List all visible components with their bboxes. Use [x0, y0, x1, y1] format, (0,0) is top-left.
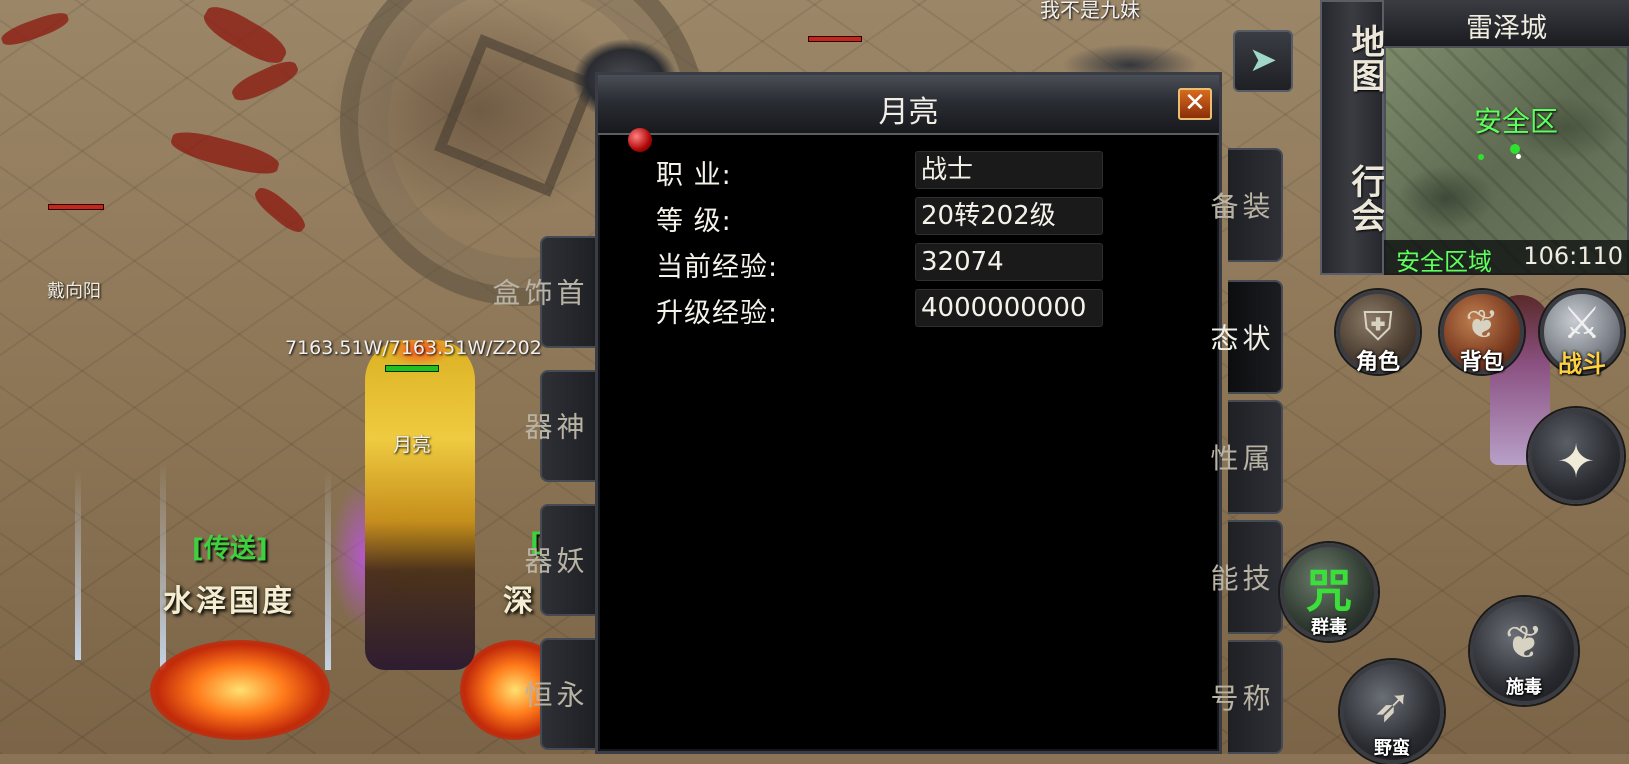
light-beam: [160, 460, 166, 670]
close-button[interactable]: ✕: [1178, 88, 1212, 120]
hero-hp-text: 7163.51W/7163.51W/Z202: [285, 337, 542, 359]
lava-crack: [0, 8, 71, 50]
light-beam: [75, 470, 81, 660]
teleport-label[interactable]: [传送]: [192, 528, 268, 565]
lava-crack: [250, 183, 310, 237]
tab-label: 技能: [1206, 563, 1272, 591]
dialog-title: 月亮: [878, 95, 939, 130]
map-name: 雷泽城: [1466, 13, 1547, 44]
lava-crack: [228, 56, 302, 106]
skill-label: 施毒: [1506, 677, 1542, 698]
area-name: 安全区域: [1396, 248, 1492, 276]
stat-label-level: 等 级:: [656, 206, 732, 237]
tab-artifact[interactable]: 神器: [520, 370, 595, 482]
tab-equipment[interactable]: 装备: [1206, 148, 1283, 262]
stat-value-level: 20转202级: [915, 197, 1103, 235]
minimap-title-bar: 雷泽城: [1384, 0, 1629, 46]
hero-hp-bar: [385, 365, 439, 372]
shuriken-icon: ✦: [1556, 434, 1596, 488]
dialog-titlebar[interactable]: 月亮 ✕: [598, 75, 1219, 135]
teleport-destination[interactable]: 水泽国度: [163, 576, 295, 620]
curse-glyph-icon: 咒: [1306, 564, 1352, 618]
npc-name[interactable]: 戴向阳: [47, 277, 101, 303]
player-name-top[interactable]: 我不是九妹: [1040, 0, 1140, 23]
skill-poison[interactable]: ❦ 施毒: [1470, 597, 1578, 705]
battle-button-label: 战斗: [1558, 350, 1606, 378]
stat-value-levelup-exp: 4000000000: [915, 289, 1103, 327]
bag-button[interactable]: ❦ 背包: [1440, 290, 1524, 375]
tab-label: 首饰盒: [488, 278, 586, 306]
tab-label: 属性: [1206, 443, 1272, 471]
stat-value-class: 战士: [915, 151, 1103, 189]
collapse-arrow-icon[interactable]: ➤: [1233, 30, 1293, 92]
npc-marker-icon: [1478, 154, 1484, 160]
tab-jewelry-box[interactable]: 首饰盒: [488, 236, 595, 348]
lava-crack: [198, 0, 292, 71]
battle-button[interactable]: ⚔ 战斗: [1540, 290, 1624, 378]
bag-button-label: 背包: [1459, 350, 1504, 375]
tab-demon-artifact[interactable]: 妖器: [520, 504, 595, 616]
crossed-swords-icon: ⚔: [1562, 298, 1602, 349]
enemy-hp-bar: [808, 36, 862, 42]
character-status-dialog: 月亮 ✕ 职 业: 战士 等 级: 20转202级 当前经验: 32074 升级…: [595, 72, 1222, 754]
stat-label-levelup-exp: 升级经验:: [656, 298, 779, 329]
character-button-label: 角色: [1355, 350, 1400, 375]
lava-crack: [168, 126, 282, 180]
tab-attributes[interactable]: 属性: [1206, 400, 1283, 514]
coordinates: 106:110: [1523, 242, 1623, 270]
dragon-orb-icon: [628, 128, 652, 152]
minimap-footer: 安全区域 106:110: [1384, 240, 1629, 276]
map-button[interactable]: 地图: [1332, 24, 1385, 92]
tab-label: 装备: [1206, 191, 1272, 219]
tab-status[interactable]: 状态: [1206, 280, 1283, 394]
player-character[interactable]: [365, 340, 475, 670]
teleport-destination[interactable]: 深: [503, 576, 536, 620]
stat-label-class: 职 业:: [656, 160, 732, 191]
self-marker-icon: [1516, 154, 1521, 159]
poison-glyph-icon: ❦: [1504, 615, 1544, 669]
skill-group-poison[interactable]: 咒 群毒: [1280, 543, 1378, 641]
character-button[interactable]: ⛨ 角色: [1336, 290, 1420, 375]
bag-icon: ❦: [1465, 302, 1499, 348]
skill-label: 群毒: [1311, 617, 1347, 638]
npc-hp-bar: [48, 204, 104, 210]
tab-label: 神器: [520, 412, 586, 440]
teleport-portal[interactable]: [150, 640, 330, 740]
safe-zone-label: 安全区: [1474, 105, 1559, 138]
tab-skills[interactable]: 技能: [1206, 520, 1283, 634]
action-button[interactable]: ✦: [1528, 408, 1624, 504]
guild-button[interactable]: 行会: [1332, 164, 1385, 232]
tab-label: 妖器: [520, 546, 586, 574]
skill-label: 野蛮: [1374, 738, 1410, 759]
tab-title[interactable]: 称号: [1206, 640, 1283, 754]
map-side-panel: 地图 行会: [1320, 0, 1385, 275]
skill-savage[interactable]: ➶ 野蛮: [1340, 660, 1444, 764]
stat-label-current-exp: 当前经验:: [656, 252, 779, 283]
player-marker-icon: [1510, 144, 1520, 154]
stat-value-current-exp: 32074: [915, 243, 1103, 281]
tab-eternal[interactable]: 永恒: [520, 638, 595, 750]
hero-name: 月亮: [393, 434, 432, 456]
tab-label: 永恒: [520, 680, 586, 708]
charge-glyph-icon: ➶: [1372, 678, 1412, 732]
tab-label: 状态: [1206, 323, 1272, 351]
tab-label: 称号: [1206, 683, 1272, 711]
